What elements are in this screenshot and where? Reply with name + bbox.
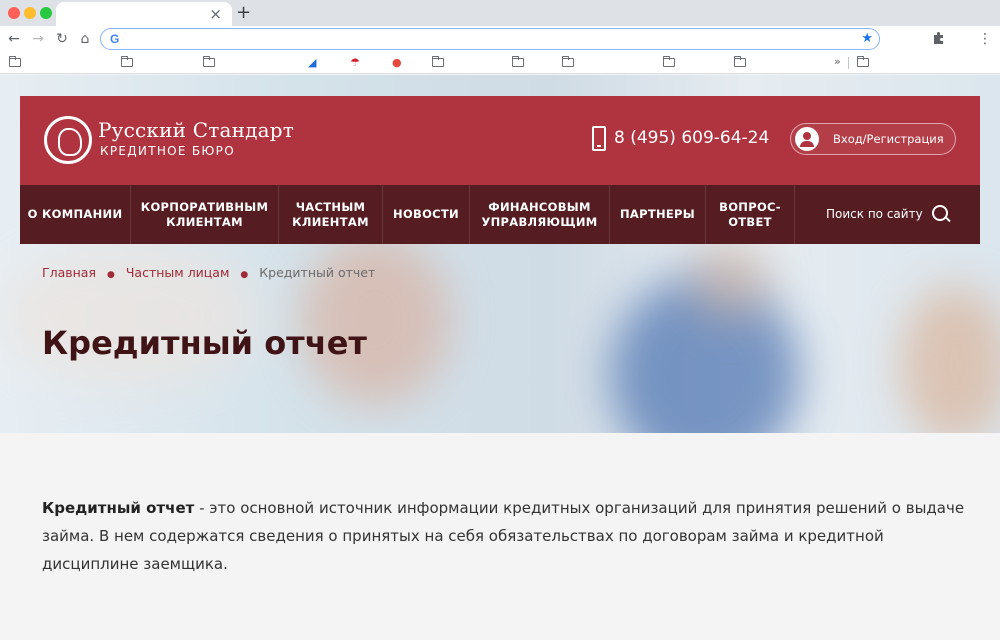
breadcrumb-current: Кредитный отчет — [259, 265, 376, 280]
hero-background-blur — [300, 235, 450, 405]
new-tab-button[interactable]: + — [236, 2, 251, 24]
back-arrow-icon[interactable]: ← — [4, 29, 24, 49]
logo-title[interactable]: Русский Стандарт — [98, 118, 294, 142]
browser-toolbar: ← → ↻ ⌂ G ★ ⋮ — [0, 26, 1000, 52]
browser-tab-bar: × + — [0, 0, 1000, 26]
phone-icon — [592, 126, 606, 151]
nav-item-news[interactable]: НОВОСТИ — [383, 185, 470, 244]
nav-item-about[interactable]: О КОМПАНИИ — [20, 185, 131, 244]
maximize-window-button[interactable] — [40, 7, 52, 19]
close-tab-icon[interactable]: × — [209, 4, 222, 24]
breadcrumb-section-link[interactable]: Частным лицам — [126, 265, 230, 280]
main-navigation: О КОМПАНИИ КОРПОРАТИВНЫМ КЛИЕНТАМ ЧАСТНЫ… — [20, 185, 980, 244]
breadcrumb-separator: ● — [107, 270, 115, 280]
bookmark-star-icon[interactable]: ★ — [861, 30, 873, 48]
lion-logo-icon[interactable] — [44, 116, 92, 164]
browser-menu-icon[interactable]: ⋮ — [978, 29, 992, 49]
nav-item-private-clients[interactable]: ЧАСТНЫМ КЛИЕНТАМ — [279, 185, 383, 244]
nav-item-corporate-clients[interactable]: КОРПОРАТИВНЫМ КЛИЕНТАМ — [131, 185, 279, 244]
address-bar[interactable]: G ★ — [100, 28, 880, 50]
bookmarks-separator — [848, 57, 849, 69]
reload-icon[interactable]: ↻ — [52, 29, 72, 49]
login-register-button[interactable]: Вход/Регистрация — [790, 123, 956, 155]
hero-banner: Русский Стандарт КРЕДИТНОЕ БЮРО 8 (495) … — [0, 75, 1000, 433]
site-header: Русский Стандарт КРЕДИТНОЕ БЮРО 8 (495) … — [20, 96, 980, 185]
forward-arrow-icon[interactable]: → — [28, 29, 48, 49]
bookmark-folder-icon[interactable] — [512, 56, 524, 67]
hero-background-blur — [900, 285, 1000, 433]
nav-item-financial-managers[interactable]: ФИНАНСОВЫМ УПРАВЛЯЮЩИМ — [470, 185, 610, 244]
search-icon[interactable] — [932, 205, 951, 224]
extensions-icon[interactable] — [932, 31, 946, 45]
bookmark-favicon-icon[interactable]: ◢ — [308, 56, 316, 70]
nav-item-faq[interactable]: ВОПРОС-ОТВЕТ — [706, 185, 795, 244]
bookmark-folder-icon[interactable] — [734, 56, 746, 67]
minimize-window-button[interactable] — [24, 7, 36, 19]
hero-background-blur — [690, 240, 770, 320]
breadcrumb-separator: ● — [240, 270, 249, 280]
umbrella-icon[interactable]: ☂ — [350, 56, 360, 70]
map-pin-icon[interactable]: ● — [392, 56, 402, 70]
user-icon — [795, 127, 819, 151]
bookmark-folder-icon[interactable] — [562, 56, 574, 67]
nav-item-partners[interactable]: ПАРТНЕРЫ — [610, 185, 706, 244]
home-icon[interactable]: ⌂ — [75, 29, 95, 49]
bookmark-folder-icon[interactable] — [432, 56, 444, 67]
bookmark-folder-icon[interactable] — [203, 56, 215, 67]
site-search-label[interactable]: Поиск по сайту — [826, 207, 923, 222]
google-icon: G — [110, 32, 120, 46]
breadcrumb: Главная ● Частным лицам ● Кредитный отчет — [42, 265, 375, 283]
bookmark-folder-icon[interactable] — [121, 56, 133, 67]
browser-tab[interactable]: × — [56, 2, 232, 26]
logo-subtitle[interactable]: КРЕДИТНОЕ БЮРО — [100, 144, 235, 158]
intro-paragraph: Кредитный отчет - это основной источник … — [42, 494, 972, 578]
more-bookmarks-icon[interactable]: » — [834, 55, 841, 69]
close-window-button[interactable] — [8, 7, 20, 19]
bookmarks-bar: ◢ ☂ ● » — [0, 52, 1000, 74]
phone-number[interactable]: 8 (495) 609-64-24 — [614, 127, 769, 149]
breadcrumb-home-link[interactable]: Главная — [42, 265, 96, 280]
bookmark-folder-icon[interactable] — [663, 56, 675, 67]
intro-bold-term: Кредитный отчет — [42, 499, 195, 517]
bookmark-folder-icon[interactable] — [9, 56, 21, 67]
login-register-label: Вход/Регистрация — [833, 132, 944, 146]
other-bookmarks-folder-icon[interactable] — [857, 56, 869, 67]
page-title: Кредитный отчет — [42, 324, 367, 362]
